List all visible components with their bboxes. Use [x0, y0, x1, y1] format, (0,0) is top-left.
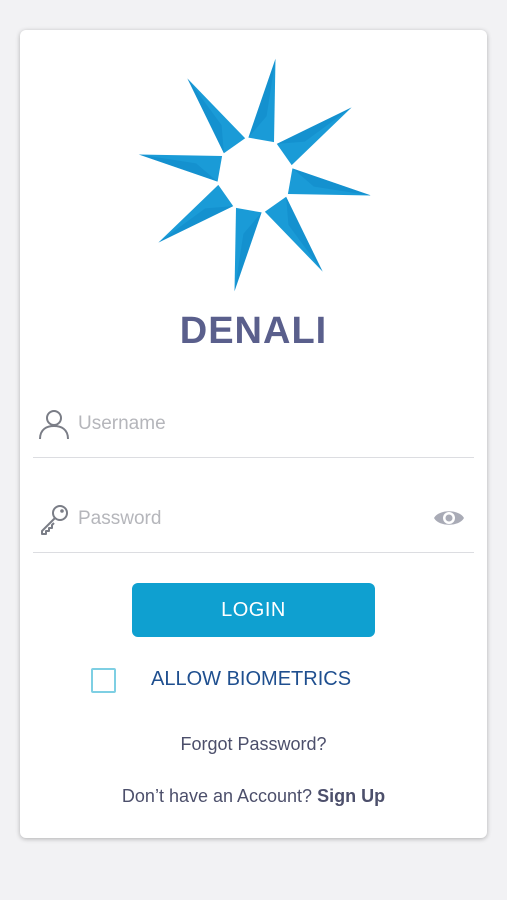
biometrics-checkbox[interactable]	[91, 668, 116, 693]
logo-point	[264, 196, 323, 272]
signup-row: Don’t have an Account? Sign Up	[20, 786, 487, 807]
biometrics-label[interactable]: ALLOW BIOMETRICS	[151, 668, 351, 691]
key-icon	[41, 505, 68, 535]
biometrics-row: ALLOW BIOMETRICS	[91, 666, 391, 694]
password-input[interactable]	[78, 502, 418, 536]
user-icon	[39, 410, 69, 440]
compass-star-icon	[138, 58, 372, 292]
logo-point	[187, 78, 246, 154]
username-field	[33, 397, 474, 458]
status-bar	[0, 0, 507, 24]
forgot-password-link[interactable]: Forgot Password?	[20, 734, 487, 755]
username-input[interactable]	[78, 407, 418, 441]
login-button[interactable]: LOGIN	[132, 583, 375, 637]
signup-prompt: Don’t have an Account?	[121, 786, 313, 806]
eye-icon[interactable]	[432, 504, 466, 532]
brand-title: DENALI	[179, 310, 328, 352]
logo-point	[276, 107, 352, 166]
logo-center	[221, 141, 289, 209]
logo-point	[158, 184, 234, 243]
login-card: DENALI LOGIN ALLOW BIOMETRICS Forgot Pas…	[20, 30, 487, 838]
signup-link[interactable]: Sign Up	[317, 786, 385, 806]
password-field	[33, 492, 474, 553]
